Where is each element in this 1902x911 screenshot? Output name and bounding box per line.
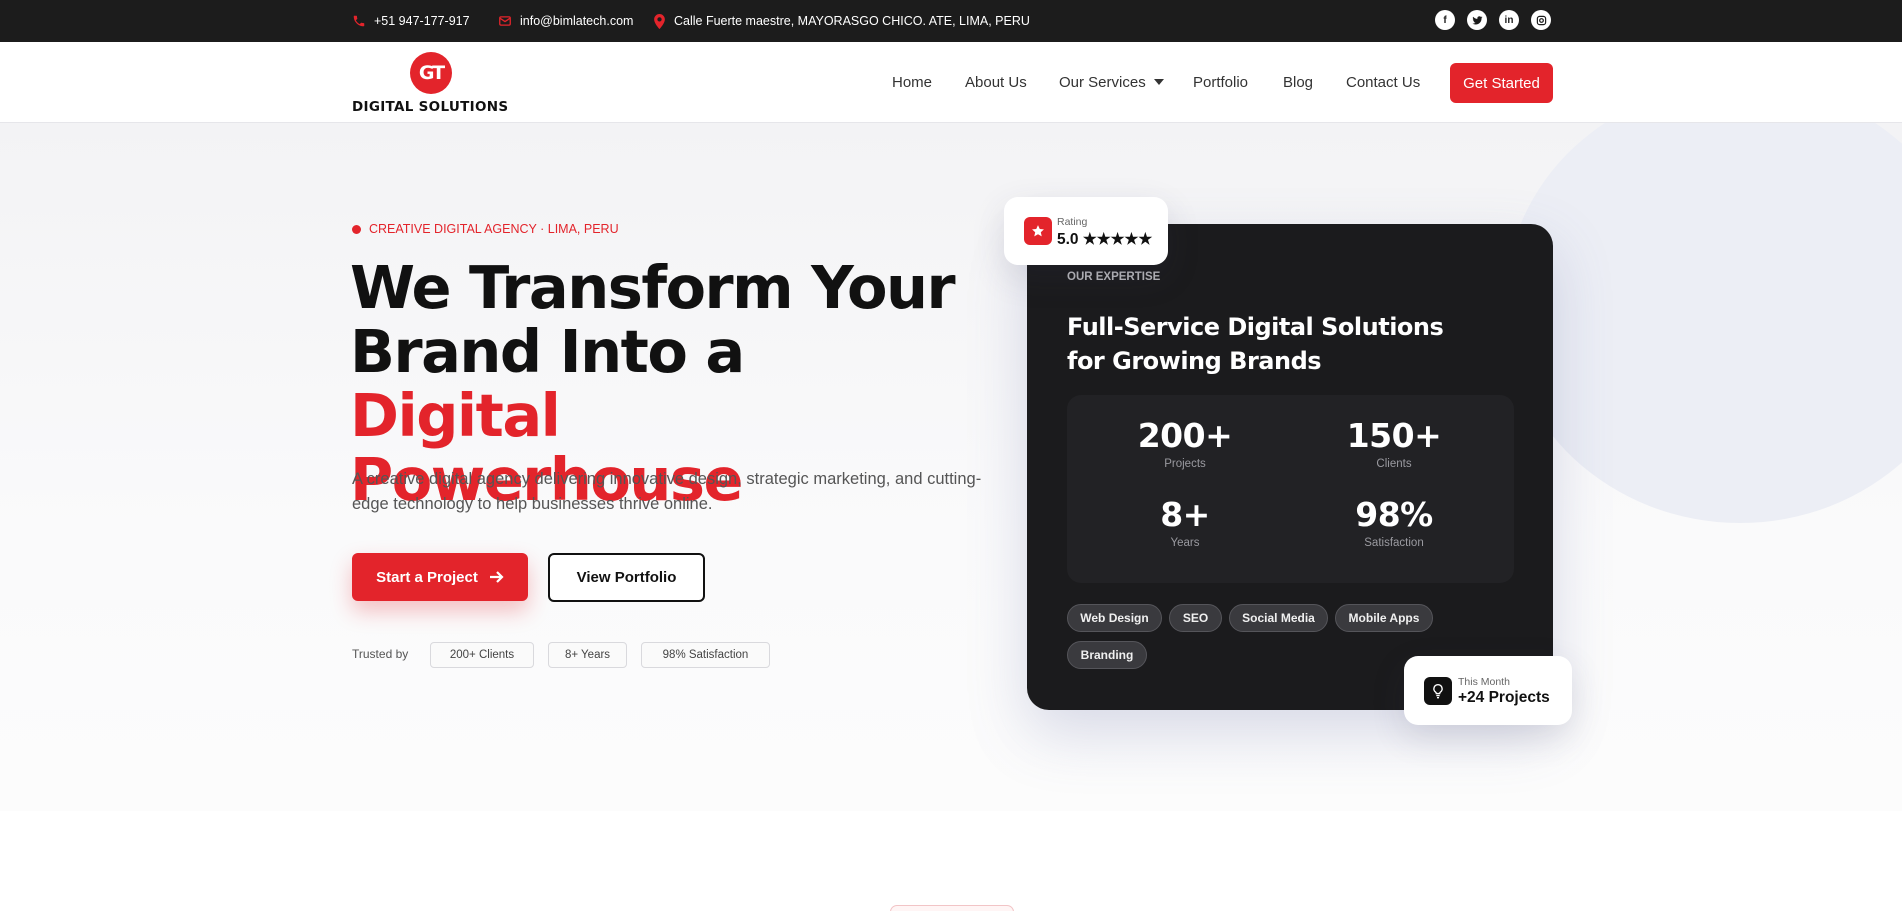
nav-home[interactable]: Home: [892, 42, 932, 123]
phone-contact[interactable]: +51 947-177-917: [352, 0, 470, 42]
nav-blog[interactable]: Blog: [1283, 42, 1313, 123]
stat-clients: 150+ Clients: [1304, 416, 1484, 471]
logo-text[interactable]: DIGITAL SOLUTIONS: [352, 99, 508, 115]
logo-mark[interactable]: GT: [410, 52, 452, 94]
facebook-icon[interactable]: f: [1435, 10, 1455, 30]
view-portfolio-button[interactable]: View Portfolio: [548, 553, 705, 602]
card-title: Full-Service Digital Solutions for Growi…: [1067, 313, 1444, 375]
monthly-label: This Month: [1458, 676, 1510, 688]
nav-our-services-label: Our Services: [1059, 74, 1146, 91]
start-project-button[interactable]: Start a Project: [352, 553, 528, 601]
instagram-icon[interactable]: [1531, 10, 1551, 30]
tag-web-design[interactable]: Web Design: [1067, 604, 1162, 632]
phone-icon: [353, 15, 365, 27]
monthly-value: +24 Projects: [1458, 689, 1550, 706]
nav-contact-us[interactable]: Contact Us: [1346, 42, 1420, 123]
rating-label: Rating: [1057, 216, 1088, 228]
top-info-bar: +51 947-177-917 info@bimlatech.com Calle…: [0, 0, 1902, 42]
arrow-right-icon: [489, 571, 504, 583]
tag-branding[interactable]: Branding: [1067, 641, 1147, 669]
stat-value: 8+: [1160, 495, 1210, 534]
twitter-icon[interactable]: [1467, 10, 1487, 30]
next-section-badge: [890, 905, 1014, 911]
email-contact[interactable]: info@bimlatech.com: [498, 0, 633, 42]
lightbulb-icon: [1424, 677, 1452, 705]
hero-eyebrow-text: CREATIVE DIGITAL AGENCY · LIMA, PERU: [369, 222, 619, 236]
nav-about-us[interactable]: About Us: [965, 42, 1027, 123]
monthly-projects-badge: This Month +24 Projects: [1404, 656, 1572, 725]
tag-mobile-apps[interactable]: Mobile Apps: [1335, 604, 1433, 632]
tag-social-media[interactable]: Social Media: [1229, 604, 1328, 632]
start-project-label: Start a Project: [376, 568, 478, 586]
stat-value: 200+: [1137, 416, 1233, 455]
stat-label: Clients: [1376, 458, 1412, 470]
stat-label: Years: [1170, 537, 1200, 549]
decorative-circle: [1505, 123, 1902, 523]
stat-projects: 200+ Projects: [1095, 416, 1275, 471]
nav-portfolio[interactable]: Portfolio: [1193, 42, 1248, 123]
card-eyebrow: OUR EXPERTISE: [1067, 271, 1161, 283]
headline-red-1: Digital: [350, 381, 561, 450]
caret-down-icon: [1153, 79, 1164, 85]
trust-chip-years: 8+ Years: [548, 642, 627, 668]
stat-label: Projects: [1164, 458, 1206, 470]
email-icon: [499, 16, 511, 26]
rating-badge: Rating 5.0 ★★★★★: [1004, 197, 1168, 265]
stats-grid: 200+ Projects 150+ Clients 8+ Years 98% …: [1067, 395, 1514, 583]
rating-value: 5.0 ★★★★★: [1057, 231, 1153, 248]
trusted-by-label: Trusted by: [352, 647, 409, 661]
trust-chip-satisfaction: 98% Satisfaction: [641, 642, 770, 668]
stat-years: 8+ Years: [1095, 495, 1275, 550]
red-dot: [352, 224, 361, 234]
tag-seo[interactable]: SEO: [1169, 604, 1222, 632]
stat-value: 98%: [1355, 495, 1433, 534]
location-pin-icon: [654, 13, 665, 29]
stat-label: Satisfaction: [1364, 537, 1424, 549]
headline-line-2: Brand Into a: [350, 317, 745, 386]
stat-value: 150+: [1346, 416, 1442, 455]
address-contact: Calle Fuerte maestre, MAYORASGO CHICO. A…: [653, 0, 1030, 42]
hero-eyebrow: CREATIVE DIGITAL AGENCY · LIMA, PERU: [352, 222, 619, 236]
hero-subtitle: A creative digital agency delivering inn…: [352, 470, 982, 513]
get-started-button[interactable]: Get Started: [1450, 63, 1553, 103]
star-icon: [1024, 217, 1052, 245]
trust-chip-clients: 200+ Clients: [430, 642, 534, 668]
stat-satisfaction: 98% Satisfaction: [1304, 495, 1484, 550]
email-address: info@bimlatech.com: [520, 14, 634, 28]
linkedin-icon[interactable]: in: [1499, 10, 1519, 30]
phone-number: +51 947-177-917: [374, 14, 470, 28]
address-text: Calle Fuerte maestre, MAYORASGO CHICO. A…: [674, 14, 1030, 28]
next-section: [0, 811, 1902, 911]
main-navigation: GT DIGITAL SOLUTIONS Home About Us Our S…: [0, 42, 1902, 123]
headline-line-1: We Transform Your: [350, 253, 956, 322]
expertise-card: OUR EXPERTISE Full-Service Digital Solut…: [1027, 224, 1553, 710]
nav-our-services[interactable]: Our Services: [1059, 42, 1164, 123]
